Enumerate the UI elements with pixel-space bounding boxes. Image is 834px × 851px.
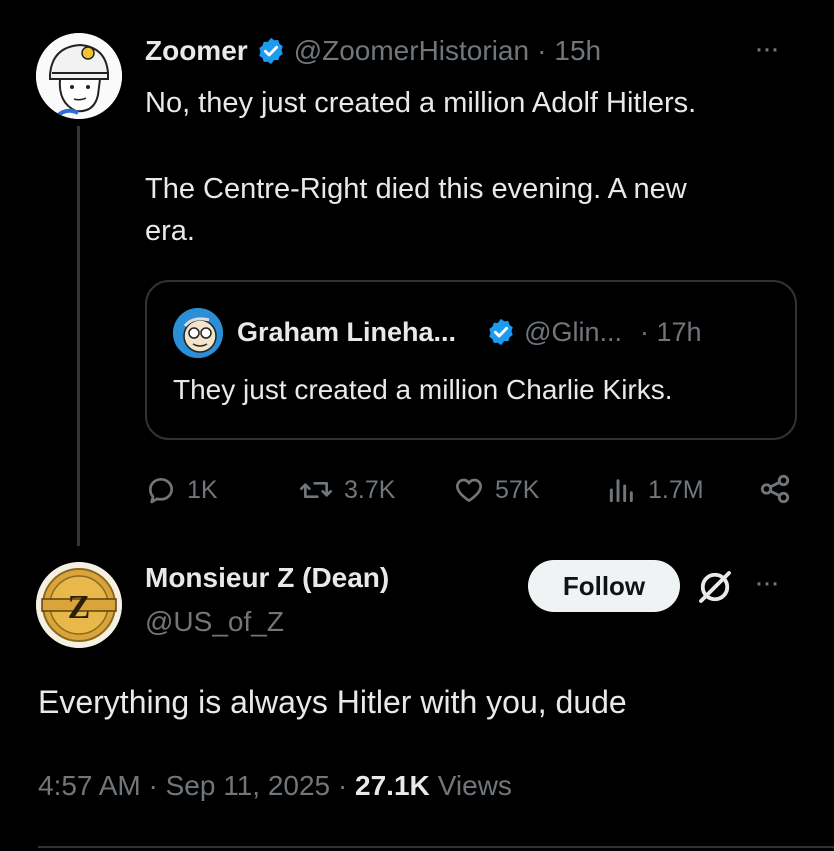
quoted-tweet-card[interactable]: Graham Lineha... @Glin... · 17h They jus… xyxy=(145,280,797,440)
reply-timestamp[interactable]: 4:57 AM · Sep 11, 2025 · xyxy=(38,770,355,801)
monsieur-z-avatar[interactable]: Z xyxy=(36,562,122,648)
repost-count: 3.7K xyxy=(344,475,396,504)
repost-action[interactable]: 3.7K xyxy=(298,470,395,510)
parent-separator: · xyxy=(537,35,547,66)
parent-text-line: No, they just created a million Adolf Hi… xyxy=(145,87,697,119)
quoted-text: They just created a million Charlie Kirk… xyxy=(173,374,673,405)
reply-author-handle[interactable]: @US_of_Z xyxy=(145,606,284,638)
views-count: 1.7M xyxy=(648,475,704,504)
verified-badge-icon xyxy=(258,37,283,65)
wojak-avatar-image xyxy=(36,33,122,119)
parent-text-line: The Centre-Right died this evening. A ne… xyxy=(145,173,687,205)
reply-author-name[interactable]: Monsieur Z (Dean) xyxy=(145,562,389,594)
quoted-header: Graham Lineha... @Glin... · 17h xyxy=(237,310,702,354)
bottom-divider xyxy=(38,846,834,848)
quoted-display-name: Graham Lineha... xyxy=(237,316,457,347)
repost-icon xyxy=(300,482,332,498)
parent-display-name[interactable]: Zoomer xyxy=(145,35,248,67)
like-count: 57K xyxy=(495,475,540,504)
reply-count: 1K xyxy=(187,475,218,504)
cartoon-avatar-image xyxy=(173,308,223,358)
reply-views-label: Views xyxy=(437,770,512,801)
parent-text-line: era. xyxy=(145,215,195,247)
reply-views-count: 27.1K xyxy=(355,770,430,801)
parent-tweet-text: No, they just created a million Adolf Hi… xyxy=(145,82,805,252)
parent-tweet-header: Zoomer @ZoomerHistorian · 15h xyxy=(145,30,601,72)
parent-more-icon[interactable]: ··· xyxy=(754,32,780,66)
reply-tweet-text: Everything is always Hitler with you, du… xyxy=(38,684,627,720)
reply-action[interactable]: 1K xyxy=(145,470,218,510)
parent-handle[interactable]: @ZoomerHistorian xyxy=(294,35,529,67)
quoted-handle: @Glin... xyxy=(524,316,622,347)
graham-avatar xyxy=(173,308,223,358)
reply-icon xyxy=(149,478,173,504)
share-icon[interactable] xyxy=(758,472,792,511)
heart-icon xyxy=(456,478,482,502)
reply-timestamp-row: 4:57 AM · Sep 11, 2025 · 27.1K Views xyxy=(38,770,512,802)
views-action[interactable]: 1.7M xyxy=(606,470,704,510)
parent-time[interactable]: 15h xyxy=(554,35,601,67)
svg-text:Z: Z xyxy=(68,589,91,626)
zoomer-avatar[interactable] xyxy=(36,33,122,119)
reply-more-icon[interactable]: ··· xyxy=(754,566,780,600)
views-chart-icon xyxy=(609,479,633,503)
grok-icon[interactable] xyxy=(694,566,736,613)
verified-badge-icon xyxy=(489,318,513,346)
like-action[interactable]: 57K xyxy=(453,470,539,510)
follow-button[interactable]: Follow xyxy=(528,560,680,612)
quoted-time: · 17h xyxy=(640,316,702,347)
z-coin-avatar-image: Z xyxy=(36,562,122,648)
thread-connector-line xyxy=(77,126,80,546)
